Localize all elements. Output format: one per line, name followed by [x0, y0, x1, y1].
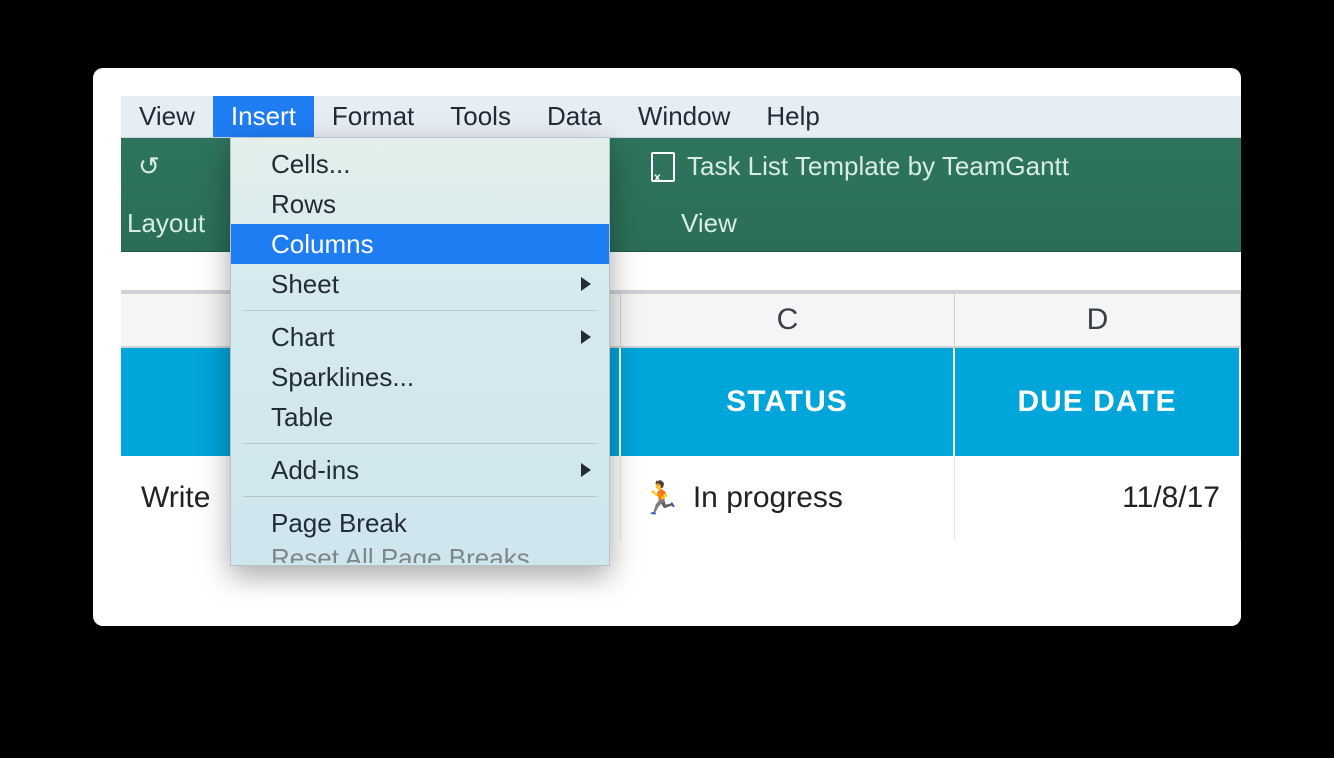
dd-addins[interactable]: Add-ins — [231, 450, 609, 490]
dd-columns[interactable]: Columns — [231, 224, 609, 264]
menu-format[interactable]: Format — [314, 96, 432, 137]
menu-data[interactable]: Data — [529, 96, 620, 137]
dd-sparklines[interactable]: Sparklines... — [231, 357, 609, 397]
app-window: View Insert Format Tools Data Window Hel… — [93, 68, 1241, 626]
dd-rows[interactable]: Rows — [231, 184, 609, 224]
cell-status-text: In progress — [693, 481, 843, 515]
menu-tools[interactable]: Tools — [432, 96, 529, 137]
app-viewport: View Insert Format Tools Data Window Hel… — [121, 96, 1241, 626]
dd-reset-page-breaks[interactable]: Reset All Page Breaks — [231, 543, 609, 563]
cell-status[interactable]: 🏃 In progress — [621, 456, 955, 540]
menu-help[interactable]: Help — [748, 96, 837, 137]
insert-dropdown: Cells... Rows Columns Sheet Chart Sparkl… — [230, 138, 610, 566]
running-person-icon: 🏃 — [641, 479, 681, 517]
table-header-due: DUE DATE — [955, 348, 1241, 456]
menu-window[interactable]: Window — [620, 96, 748, 137]
dd-separator — [243, 496, 597, 497]
crop-fade — [121, 586, 1241, 626]
dd-separator — [243, 310, 597, 311]
dd-cells[interactable]: Cells... — [231, 144, 609, 184]
cell-due-date[interactable]: 11/8/17 — [955, 456, 1241, 540]
undo-icon[interactable]: ↺ — [121, 151, 177, 182]
menubar: View Insert Format Tools Data Window Hel… — [121, 96, 1241, 138]
table-header-status: STATUS — [621, 348, 955, 456]
column-header-c[interactable]: C — [621, 294, 955, 346]
document-title-area: Task List Template by TeamGantt — [651, 138, 1069, 195]
dd-table[interactable]: Table — [231, 397, 609, 437]
dd-sheet[interactable]: Sheet — [231, 264, 609, 304]
dd-page-break[interactable]: Page Break — [231, 503, 609, 543]
menu-view[interactable]: View — [121, 96, 213, 137]
excel-file-icon — [651, 152, 675, 182]
dd-chart[interactable]: Chart — [231, 317, 609, 357]
ribbon-tab-view[interactable]: View — [681, 208, 737, 239]
dd-separator — [243, 443, 597, 444]
ribbon-tab-layout[interactable]: Layout — [121, 208, 205, 239]
column-header-d[interactable]: D — [955, 294, 1241, 346]
document-title: Task List Template by TeamGantt — [687, 151, 1069, 182]
menu-insert[interactable]: Insert — [213, 96, 314, 137]
